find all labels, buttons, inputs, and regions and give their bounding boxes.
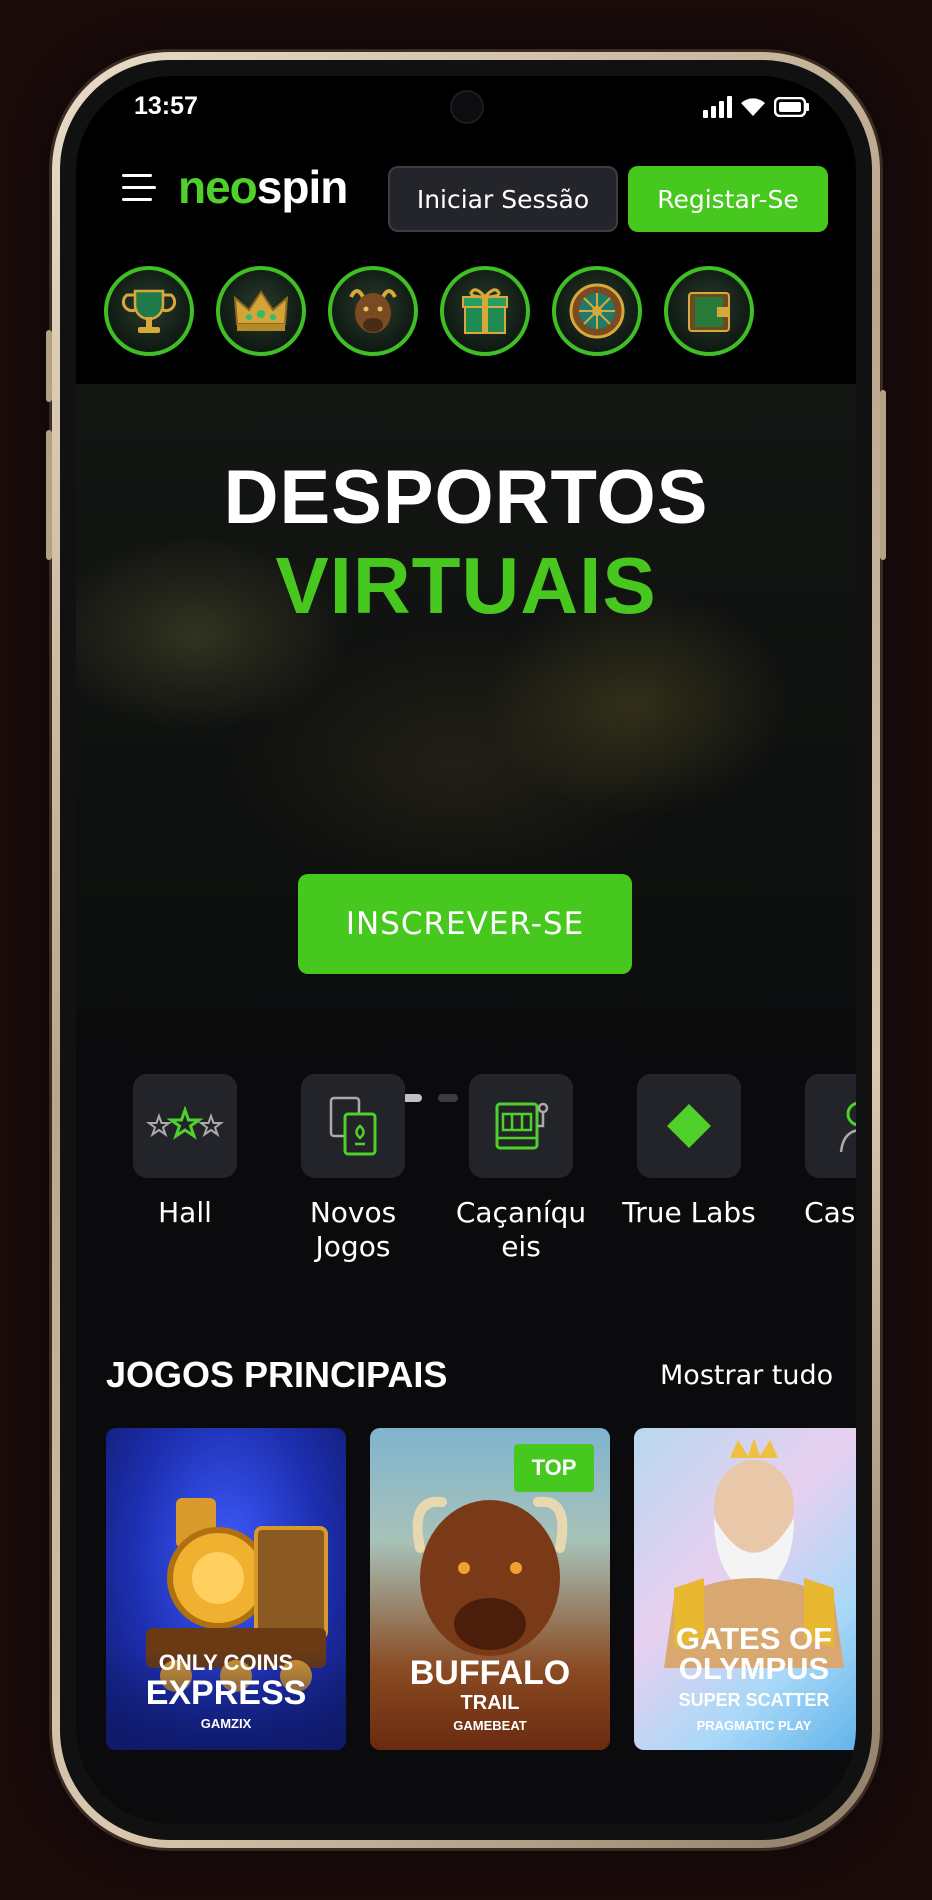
volume-down-button <box>46 430 52 560</box>
game-title-line3: SUPER SCATTER <box>678 1690 830 1710</box>
category-icon-box <box>805 1074 856 1178</box>
category-hall[interactable]: Hall <box>110 1074 260 1230</box>
promo-bison[interactable] <box>328 266 418 356</box>
crown-icon <box>233 290 289 331</box>
game-title-line1: GATES OF <box>675 1621 833 1656</box>
game-title-line2: OLYMPUS <box>678 1651 830 1686</box>
category-icon-box <box>469 1074 573 1178</box>
promo-book[interactable] <box>664 266 754 356</box>
power-button <box>880 390 886 560</box>
section-title: JOGOS PRINCIPAIS <box>106 1354 448 1395</box>
hamburger-menu-icon[interactable] <box>122 174 156 202</box>
promo-wheel[interactable] <box>552 266 642 356</box>
top-badge: TOP <box>514 1444 594 1492</box>
wheel-icon <box>569 283 625 339</box>
register-button[interactable]: Registar-Se <box>628 166 828 232</box>
login-button[interactable]: Iniciar Sessão <box>388 166 618 232</box>
status-icons <box>703 96 810 118</box>
signup-cta-button[interactable]: INSCREVER-SE <box>298 874 632 974</box>
category-live-casino[interactable]: Casir Vi <box>782 1074 856 1230</box>
game-title-line2: TRAIL <box>460 1692 520 1714</box>
show-all-link[interactable]: Mostrar tudo <box>660 1360 833 1391</box>
slot-machine-icon <box>495 1102 549 1150</box>
status-bar: 13:57 <box>76 76 856 140</box>
neospin-logo[interactable]: neospin <box>178 160 349 214</box>
game-card-only-coins-express[interactable]: ONLY COINS EXPRESS GAMZIX <box>106 1428 346 1750</box>
status-time: 13:57 <box>134 92 198 120</box>
game-provider: GAMEBEAT <box>453 1718 527 1733</box>
category-slots[interactable]: Caçaníqu eis <box>446 1074 596 1264</box>
game-provider: PRAGMATIC PLAY <box>696 1718 812 1733</box>
diamond-icon <box>667 1104 711 1148</box>
live-dealer-icon <box>839 1101 856 1153</box>
game-title-line1: ONLY COINS <box>158 1650 294 1675</box>
category-label: Caçaníqu eis <box>455 1196 587 1263</box>
category-true-labs[interactable]: True Labs <box>614 1074 764 1230</box>
category-new-games[interactable]: Novos Jogos <box>278 1074 428 1264</box>
category-label: Novos Jogos <box>309 1196 397 1263</box>
category-label: True Labs <box>622 1196 756 1229</box>
promo-icons-row <box>76 240 856 384</box>
book-icon <box>688 292 730 332</box>
category-label: Hall <box>158 1196 212 1229</box>
promo-crown[interactable] <box>216 266 306 356</box>
game-card-gates-of-olympus[interactable]: GATES OF OLYMPUS SUPER SCATTER PRAGMATIC… <box>634 1428 856 1750</box>
game-card-buffalo-trail[interactable]: TOP BUFFALO TRAIL GAMEBEAT <box>370 1428 610 1750</box>
bison-icon <box>349 289 397 333</box>
stars-icon <box>146 1106 224 1140</box>
game-title-line2: EXPRESS <box>145 1674 307 1712</box>
trophy-icon <box>121 289 177 333</box>
category-icon-box <box>637 1074 741 1178</box>
gift-icon <box>462 288 508 334</box>
hero-banner[interactable]: DESPORTOS VIRTUAIS INSCREVER-SE <box>76 384 856 1102</box>
category-label: Casir Vi <box>804 1196 856 1229</box>
screen: 13:57 neospin Iniciar Sessão Registar-Se… <box>76 76 856 1824</box>
front-camera <box>450 90 484 124</box>
signal-icon <box>703 96 732 118</box>
promo-trophy[interactable] <box>104 266 194 356</box>
volume-up-button <box>46 330 52 402</box>
battery-icon <box>774 97 809 117</box>
promo-gift[interactable] <box>440 266 530 356</box>
app-header: neospin Iniciar Sessão Registar-Se <box>76 140 856 240</box>
logo-spin: spin <box>256 161 349 213</box>
logo-neo: neo <box>178 161 258 213</box>
category-icon-box <box>133 1074 237 1178</box>
game-provider: GAMZIX <box>200 1716 252 1731</box>
hero-title-line1: DESPORTOS <box>223 455 709 540</box>
hero-title-line2: VIRTUAIS <box>275 541 657 630</box>
category-icon-box <box>301 1074 405 1178</box>
cards-icon <box>329 1096 377 1156</box>
game-title-line1: BUFFALO <box>409 1654 571 1692</box>
wifi-icon <box>741 98 765 116</box>
